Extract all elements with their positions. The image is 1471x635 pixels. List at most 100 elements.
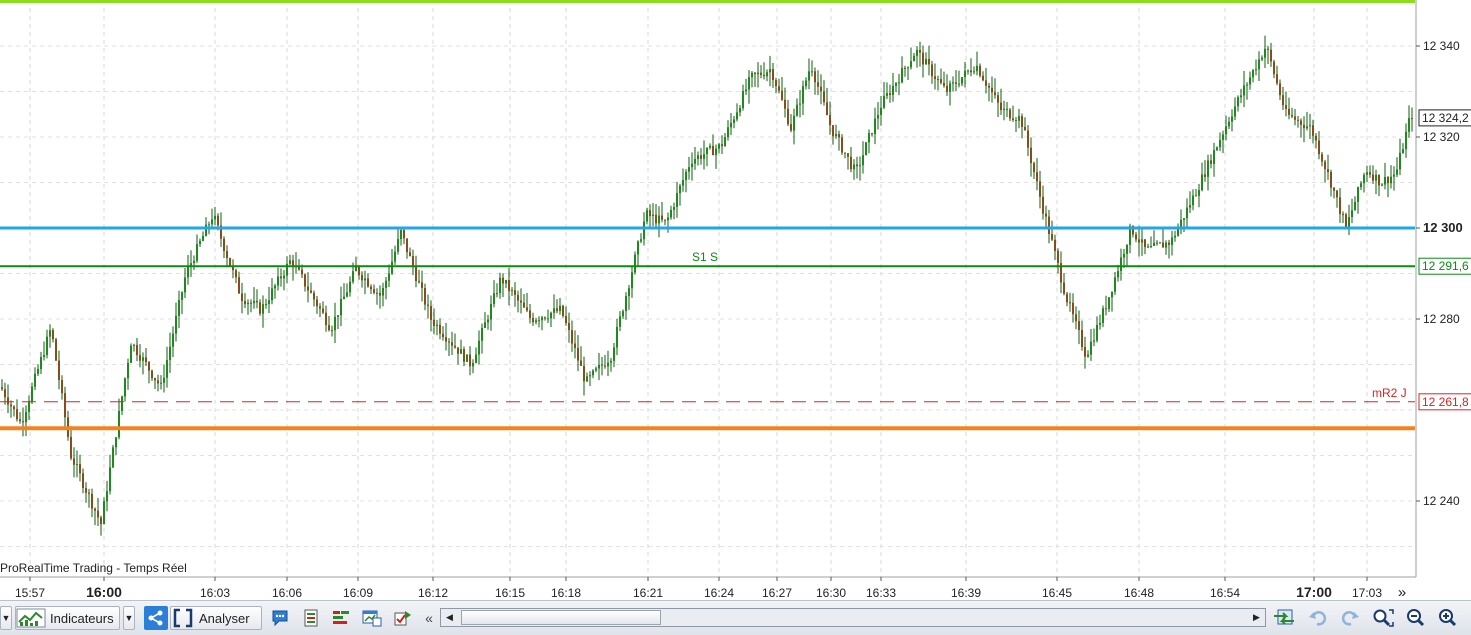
candle-body bbox=[1027, 130, 1029, 148]
candle-body bbox=[718, 144, 720, 149]
scroll-right-arrow-icon[interactable]: ▶ bbox=[1249, 610, 1264, 625]
candle-body bbox=[970, 70, 972, 73]
candle-body bbox=[1201, 174, 1203, 191]
candle-body bbox=[1375, 174, 1377, 181]
candle-body bbox=[205, 224, 207, 236]
candle-body bbox=[1297, 119, 1299, 121]
list-button[interactable] bbox=[302, 606, 322, 630]
candle-body bbox=[319, 306, 321, 309]
candle-body bbox=[1207, 160, 1209, 177]
candle-body bbox=[82, 473, 84, 488]
indicators-dropdown-arrow[interactable]: ▼ bbox=[123, 606, 135, 630]
candle-body bbox=[1393, 174, 1395, 177]
candle-body bbox=[334, 316, 336, 331]
chart-svg[interactable]: S1 S mR2 J 12 340 12 320 12 300 12 280 12 240 1… bbox=[0, 0, 1471, 600]
candle-body bbox=[109, 467, 111, 492]
candle-body bbox=[337, 315, 339, 317]
candle-body bbox=[178, 299, 180, 316]
candle-body bbox=[547, 318, 549, 320]
x-tick-label: 16:21 bbox=[633, 586, 663, 600]
redo-button[interactable] bbox=[1340, 606, 1362, 630]
candle-body bbox=[784, 99, 786, 109]
candle-body bbox=[1036, 172, 1038, 182]
candle-body bbox=[1258, 59, 1260, 70]
candle-body bbox=[124, 378, 126, 397]
candle-body bbox=[97, 510, 99, 518]
scrollbar-thumb[interactable] bbox=[461, 610, 661, 625]
candle-body bbox=[913, 55, 915, 62]
candle-body bbox=[844, 152, 846, 154]
candle-body bbox=[697, 155, 699, 159]
candle-body bbox=[526, 307, 528, 311]
orders-button[interactable] bbox=[331, 606, 353, 630]
candle-body bbox=[25, 411, 27, 423]
candle-body bbox=[1009, 109, 1011, 119]
candle-body bbox=[391, 261, 393, 274]
candle-body bbox=[943, 82, 945, 86]
candle-body bbox=[1045, 213, 1047, 217]
candle-body bbox=[796, 104, 798, 116]
candle-body bbox=[106, 491, 108, 502]
candle-body bbox=[280, 276, 282, 279]
candle-body bbox=[13, 406, 15, 410]
candle-body bbox=[418, 281, 420, 283]
scroll-left-double-chevron-icon[interactable]: « bbox=[421, 606, 437, 630]
candle-body bbox=[1114, 277, 1116, 292]
candle-body bbox=[181, 292, 183, 300]
auto-zoom-button[interactable] bbox=[1371, 606, 1397, 630]
candle-body bbox=[1063, 282, 1065, 294]
left-dropdown-arrow[interactable]: ▼ bbox=[0, 606, 12, 630]
trade-button[interactable] bbox=[393, 606, 415, 630]
candle-body bbox=[1282, 95, 1284, 106]
candle-body bbox=[235, 270, 237, 278]
price-chart[interactable]: S1 S mR2 J 12 340 12 320 12 300 12 280 12 240 1… bbox=[0, 0, 1471, 600]
candle-body bbox=[763, 74, 765, 77]
undo-button[interactable] bbox=[1308, 606, 1330, 630]
y-tick-label: 12 300 bbox=[1423, 220, 1463, 235]
candle-body bbox=[628, 288, 630, 297]
candle-body bbox=[253, 300, 255, 304]
window-chart-button[interactable] bbox=[362, 606, 384, 630]
zoom-out-button[interactable] bbox=[1405, 606, 1429, 630]
candle-body bbox=[115, 437, 117, 448]
analyze-button[interactable]: Analyser bbox=[170, 606, 262, 630]
candle-body bbox=[1261, 57, 1263, 60]
candle-body bbox=[1303, 124, 1305, 129]
candle-body bbox=[982, 75, 984, 81]
sync-button[interactable] bbox=[1272, 606, 1298, 630]
candle-body bbox=[1099, 322, 1101, 325]
indicators-button[interactable]: Indicateurs bbox=[15, 606, 120, 630]
price-axis[interactable] bbox=[1416, 0, 1471, 577]
candle-body bbox=[988, 85, 990, 88]
candle-body bbox=[55, 339, 57, 361]
share-button[interactable] bbox=[144, 606, 168, 630]
candle-body bbox=[16, 409, 18, 420]
candle-body bbox=[631, 272, 633, 289]
horizontal-scrollbar[interactable]: ◀ ▶ bbox=[440, 608, 1266, 627]
candle-body bbox=[490, 304, 492, 320]
candle-body bbox=[343, 296, 345, 300]
comment-button[interactable] bbox=[271, 606, 291, 630]
zoom-out-icon bbox=[1407, 609, 1425, 627]
candle-body bbox=[355, 266, 357, 272]
candle-body bbox=[73, 458, 75, 465]
zoom-in-button[interactable] bbox=[1437, 606, 1461, 630]
analyze-label: Analyser bbox=[199, 610, 250, 626]
candle-body bbox=[1384, 177, 1386, 185]
candle-body bbox=[574, 343, 576, 348]
candle-body bbox=[4, 389, 6, 398]
x-tick-label: 16:45 bbox=[1042, 586, 1072, 600]
candle-body bbox=[808, 71, 810, 81]
time-axis-more-chevron-icon: » bbox=[1398, 584, 1406, 600]
candle-body bbox=[907, 67, 909, 69]
candle-body bbox=[1255, 69, 1257, 71]
candle-body bbox=[637, 241, 639, 255]
scroll-left-arrow-icon[interactable]: ◀ bbox=[442, 610, 457, 625]
candle-body bbox=[1210, 160, 1212, 164]
candle-body bbox=[1015, 120, 1017, 122]
share-icon bbox=[148, 610, 163, 626]
x-tick-label: 16:06 bbox=[272, 586, 302, 600]
candle-body bbox=[163, 377, 165, 383]
candle-body bbox=[655, 214, 657, 224]
candle-body bbox=[1264, 48, 1266, 58]
